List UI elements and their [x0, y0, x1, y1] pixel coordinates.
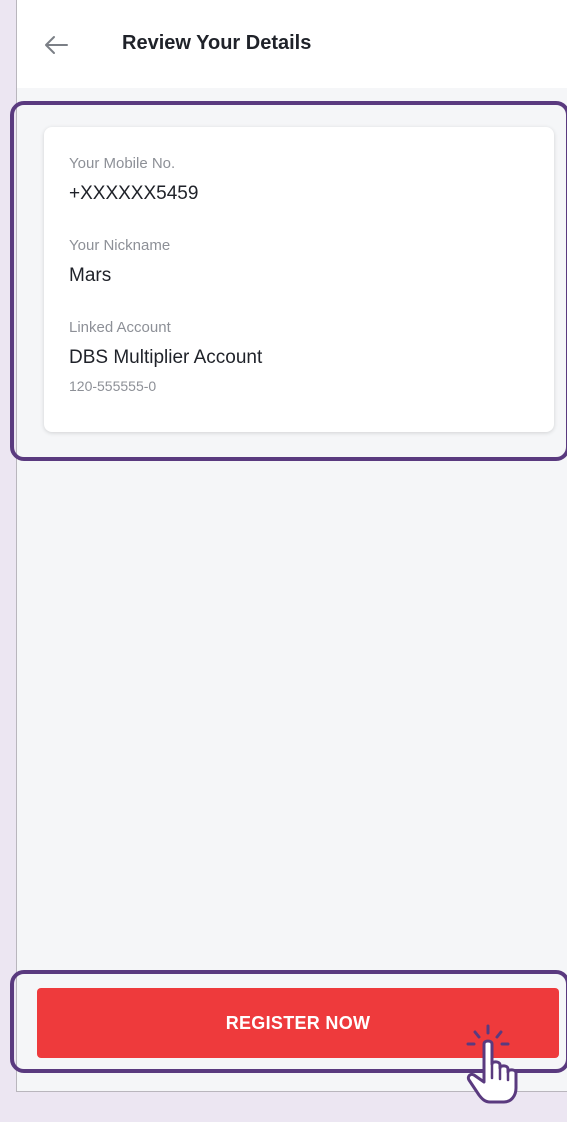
page-title: Review Your Details: [122, 32, 312, 54]
arrow-left-icon: [45, 36, 68, 54]
app-header: Review Your Details: [17, 0, 567, 88]
details-highlight-frame: [10, 101, 567, 461]
back-button[interactable]: [43, 32, 69, 58]
pointer-hand-icon: [466, 1024, 518, 1104]
